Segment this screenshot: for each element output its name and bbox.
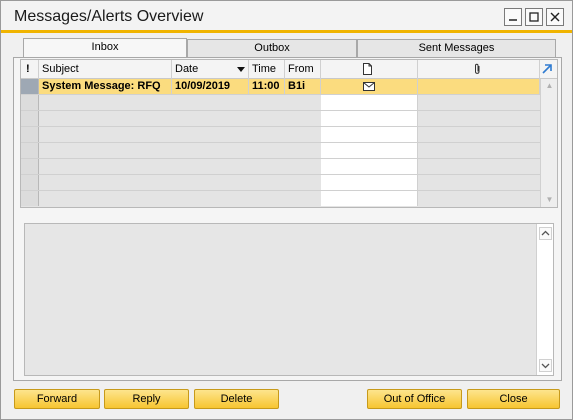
- out-of-office-button[interactable]: Out of Office: [367, 389, 462, 409]
- tab-sent-messages-label: Sent Messages: [418, 42, 495, 54]
- envelope-icon: [363, 82, 375, 91]
- row-document: [321, 95, 418, 110]
- header-attachment[interactable]: [418, 60, 540, 79]
- row-document: [321, 191, 418, 206]
- table-row[interactable]: [21, 143, 540, 159]
- tab-outbox[interactable]: Outbox: [187, 39, 357, 58]
- row-from: B1i: [285, 79, 321, 94]
- chevron-down-icon: [541, 363, 550, 369]
- row-time: 11:00: [249, 79, 285, 94]
- table-row[interactable]: System Message: RFQ 10/09/2019 11:00 B1i: [21, 79, 540, 95]
- close-icon: [550, 12, 560, 22]
- message-preview[interactable]: [24, 223, 554, 376]
- tab-sent-messages[interactable]: Sent Messages: [357, 39, 556, 58]
- row-selector[interactable]: [21, 175, 39, 190]
- row-attachment: [418, 79, 540, 94]
- expand-grid-button[interactable]: [540, 60, 557, 79]
- table-row[interactable]: [21, 159, 540, 175]
- sort-descending-icon: [237, 67, 245, 72]
- row-selector[interactable]: [21, 159, 39, 174]
- row-date: 10/09/2019: [172, 79, 249, 94]
- scroll-up-icon[interactable]: ▲: [544, 81, 555, 91]
- title-accent-bar: [1, 30, 572, 33]
- header-date-label: Date: [175, 63, 199, 75]
- row-document: [321, 111, 418, 126]
- minimize-icon: [509, 19, 517, 21]
- preview-scroll-up-icon[interactable]: [539, 227, 552, 240]
- grid-scrollbar[interactable]: ▲ ▼: [540, 79, 557, 207]
- row-document: [321, 159, 418, 174]
- header-time[interactable]: Time: [249, 60, 285, 79]
- document-icon: [363, 63, 372, 75]
- tab-outbox-label: Outbox: [254, 42, 290, 54]
- delete-button[interactable]: Delete: [194, 389, 279, 409]
- header-date[interactable]: Date: [172, 60, 249, 79]
- row-selector[interactable]: [21, 191, 39, 206]
- header-document[interactable]: [321, 60, 418, 79]
- forward-button[interactable]: Forward: [14, 389, 100, 409]
- preview-scroll-down-icon[interactable]: [539, 359, 552, 372]
- row-selector[interactable]: [21, 111, 39, 126]
- table-row[interactable]: [21, 95, 540, 111]
- table-row[interactable]: [21, 191, 540, 207]
- header-subject[interactable]: Subject: [39, 60, 172, 79]
- table-row[interactable]: [21, 127, 540, 143]
- maximize-icon: [529, 12, 539, 22]
- reply-button[interactable]: Reply: [104, 389, 189, 409]
- tab-inbox-label: Inbox: [91, 41, 119, 53]
- row-selector[interactable]: [21, 95, 39, 110]
- minimize-button[interactable]: [504, 8, 522, 26]
- close-window-button[interactable]: [546, 8, 564, 26]
- row-subject: System Message: RFQ: [39, 79, 172, 94]
- title-bar[interactable]: Messages/Alerts Overview: [1, 1, 572, 30]
- expand-arrow-icon: [542, 64, 552, 74]
- tab-inbox[interactable]: Inbox: [23, 38, 187, 58]
- header-from[interactable]: From: [285, 60, 321, 79]
- chevron-up-icon: [541, 230, 550, 236]
- table-row[interactable]: [21, 111, 540, 127]
- grid-header: ! Subject Date Time From: [21, 60, 557, 79]
- close-button[interactable]: Close: [467, 389, 560, 409]
- preview-scrollbar[interactable]: [536, 224, 553, 375]
- messages-grid: ! Subject Date Time From System Message:…: [20, 59, 558, 208]
- header-priority[interactable]: !: [21, 60, 39, 79]
- row-selector[interactable]: [21, 79, 39, 94]
- row-document: [321, 175, 418, 190]
- paperclip-icon: [475, 63, 480, 74]
- row-document: [321, 127, 418, 142]
- row-document[interactable]: [321, 79, 418, 94]
- maximize-button[interactable]: [525, 8, 543, 26]
- messages-alerts-window: Messages/Alerts Overview Inbox Outbox Se…: [0, 0, 573, 420]
- row-document: [321, 143, 418, 158]
- table-row[interactable]: [21, 175, 540, 191]
- scroll-down-icon[interactable]: ▼: [544, 195, 555, 205]
- window-title: Messages/Alerts Overview: [14, 8, 204, 25]
- row-selector[interactable]: [21, 127, 39, 142]
- inbox-panel: ! Subject Date Time From System Message:…: [13, 57, 562, 381]
- row-selector[interactable]: [21, 143, 39, 158]
